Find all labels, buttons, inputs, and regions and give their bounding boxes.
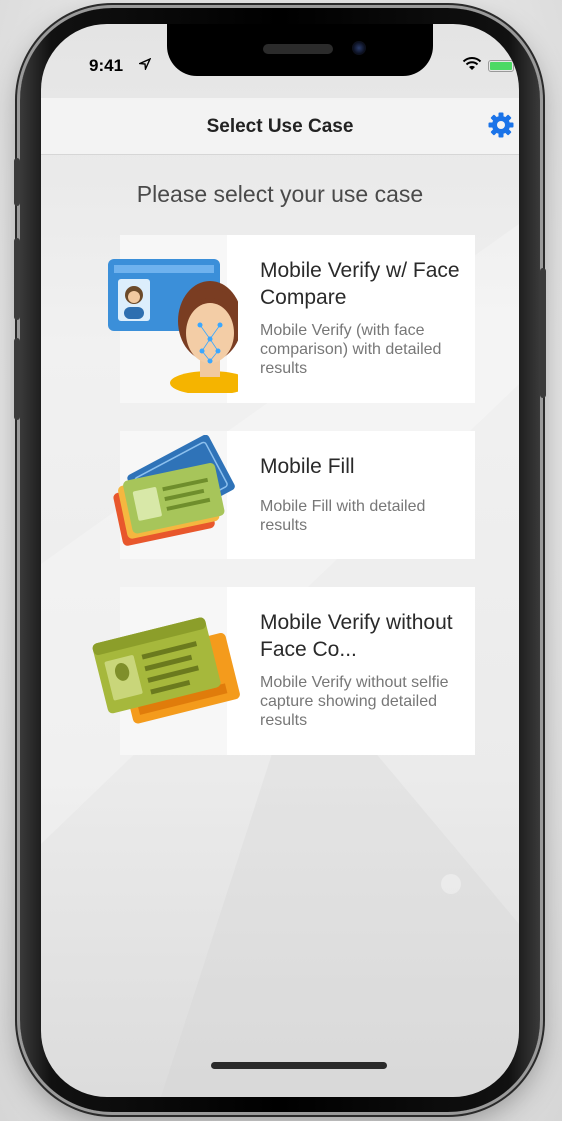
card-title: Mobile Verify w/ Face Compare [260,259,460,309]
home-indicator[interactable] [211,1062,387,1069]
battery-charging-icon [488,60,514,72]
speaker-grille [263,44,333,54]
card-title: Mobile Fill [260,455,355,478]
page-title: Select Use Case [206,116,354,137]
card-text-area [227,431,475,559]
passport-id-cards-icon [106,434,238,555]
card-title: Mobile Verify without Face Co... [260,611,453,661]
power-button [540,268,546,398]
navigation-bar: Select Use Case [41,98,519,155]
status-time: 9:41 [89,56,124,75]
background: 9:41 Select Use Case Please select your … [0,0,562,1121]
use-case-card-verify-no-face[interactable]: Mobile Verify without Face Co... Mobile … [92,587,475,755]
use-case-card-face-compare[interactable]: Mobile Verify w/ Face Compare Mobile Ver… [108,235,475,403]
silent-switch [14,158,20,206]
card-description: Mobile Verify (with face comparison) wit… [260,322,442,377]
use-case-card-mobile-fill[interactable]: Mobile Fill Mobile Fill with detailed re… [113,431,475,559]
settings-gear-icon[interactable] [487,111,515,139]
volume-up-button [14,238,20,320]
card-description: Mobile Verify without selfie capture sho… [260,674,449,729]
app-screen: 9:41 Select Use Case Please select your … [41,24,519,1097]
card-description: Mobile Fill with detailed results [260,498,426,534]
notch [167,24,433,76]
instruction-text: Please select your use case [136,181,424,207]
wifi-icon [462,56,482,77]
volume-down-button [14,338,20,420]
id-card-face-icon [106,243,250,395]
driver-license-cards-icon [92,605,242,755]
location-arrow-icon [137,57,152,73]
front-camera [352,41,366,55]
